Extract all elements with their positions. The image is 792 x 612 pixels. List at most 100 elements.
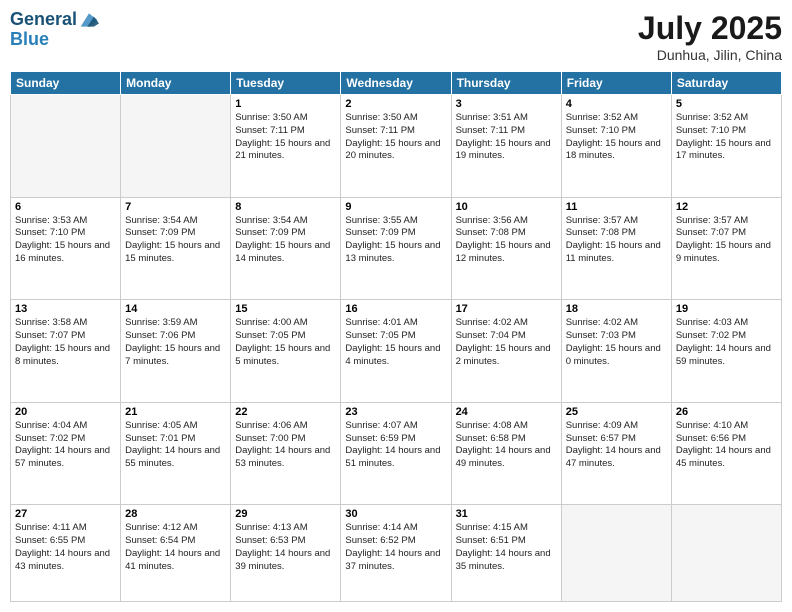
day-number: 25: [566, 406, 667, 418]
day-number: 5: [676, 98, 777, 110]
day-number: 21: [125, 406, 226, 418]
calendar-cell: 16Sunrise: 4:01 AMSunset: 7:05 PMDayligh…: [341, 300, 451, 403]
day-number: 17: [456, 303, 557, 315]
day-number: 12: [676, 201, 777, 213]
calendar-cell: 18Sunrise: 4:02 AMSunset: 7:03 PMDayligh…: [561, 300, 671, 403]
day-info: Sunrise: 4:08 AMSunset: 6:58 PMDaylight:…: [456, 420, 557, 471]
calendar-cell: 14 Sunrise: 3:59 AMSunset: 7:06 PMDayligh…: [121, 300, 231, 403]
day-info: Sunrise: 4:04 AMSunset: 7:02 PMDaylight:…: [15, 420, 116, 471]
logo-icon: [79, 10, 99, 30]
subtitle: Dunhua, Jilin, China: [638, 47, 782, 63]
day-info: Sunrise: 4:15 AMSunset: 6:51 PMDaylight:…: [456, 522, 557, 573]
day-number: 11: [566, 201, 667, 213]
main-title: July 2025: [638, 10, 782, 47]
day-number: 22: [235, 406, 336, 418]
calendar-table: Sunday Monday Tuesday Wednesday Thursday…: [10, 71, 782, 602]
day-info: Sunrise: 4:02 AMSunset: 7:03 PMDaylight:…: [566, 317, 667, 368]
day-number: 19: [676, 303, 777, 315]
header-saturday: Saturday: [671, 72, 781, 95]
day-info: Sunrise: 4:10 AMSunset: 6:56 PMDaylight:…: [676, 420, 777, 471]
day-info: Sunrise: 4:11 AMSunset: 6:55 PMDaylight:…: [15, 522, 116, 573]
day-info: Sunrise: 3:54 AMSunset: 7:09 PMDaylight:…: [235, 215, 336, 266]
calendar-cell: 20 Sunrise: 4:04 AMSunset: 7:02 PMDayligh…: [11, 402, 121, 505]
logo-general: General: [10, 10, 77, 30]
day-info: Sunrise: 3:52 AMSunset: 7:10 PMDaylight:…: [566, 112, 667, 163]
calendar-cell: 29Sunrise: 4:13 AMSunset: 6:53 PMDayligh…: [231, 505, 341, 602]
day-number: 4: [566, 98, 667, 110]
day-info: Sunrise: 4:07 AMSunset: 6:59 PMDaylight:…: [345, 420, 446, 471]
day-number: 3: [456, 98, 557, 110]
day-info: Sunrise: 3:50 AMSunset: 7:11 PMDaylight:…: [345, 112, 446, 163]
calendar-cell: 3 Sunrise: 3:51 AMSunset: 7:11 PMDaylight…: [451, 95, 561, 198]
day-number: 30: [345, 508, 446, 520]
calendar-cell: 9Sunrise: 3:55 AMSunset: 7:09 PMDaylight…: [341, 197, 451, 300]
calendar-cell: 8 Sunrise: 3:54 AMSunset: 7:09 PMDaylight…: [231, 197, 341, 300]
calendar-cell: 23 Sunrise: 4:07 AMSunset: 6:59 PMDayligh…: [341, 402, 451, 505]
day-info: Sunrise: 4:13 AMSunset: 6:53 PMDaylight:…: [235, 522, 336, 573]
day-info: Sunrise: 4:06 AMSunset: 7:00 PMDaylight:…: [235, 420, 336, 471]
day-info: Sunrise: 3:59 AMSunset: 7:06 PMDaylight:…: [125, 317, 226, 368]
day-number: 31: [456, 508, 557, 520]
calendar-cell: 2 Sunrise: 3:50 AMSunset: 7:11 PMDaylight…: [341, 95, 451, 198]
calendar-cell: [11, 95, 121, 198]
calendar-cell: 1 Sunrise: 3:50 AMSunset: 7:11 PMDaylight…: [231, 95, 341, 198]
calendar-cell: 22 Sunrise: 4:06 AMSunset: 7:00 PMDayligh…: [231, 402, 341, 505]
calendar-cell: 25 Sunrise: 4:09 AMSunset: 6:57 PMDayligh…: [561, 402, 671, 505]
header-friday: Friday: [561, 72, 671, 95]
day-number: 2: [345, 98, 446, 110]
calendar-cell: 4 Sunrise: 3:52 AMSunset: 7:10 PMDaylight…: [561, 95, 671, 198]
day-number: 14: [125, 303, 226, 315]
header-monday: Monday: [121, 72, 231, 95]
calendar-cell: 15 Sunrise: 4:00 AMSunset: 7:05 PMDayligh…: [231, 300, 341, 403]
day-number: 16: [345, 303, 446, 315]
day-info: Sunrise: 4:05 AMSunset: 7:01 PMDaylight:…: [125, 420, 226, 471]
day-info: Sunrise: 4:03 AMSunset: 7:02 PMDaylight:…: [676, 317, 777, 368]
day-number: 7: [125, 201, 226, 213]
day-info: Sunrise: 4:12 AMSunset: 6:54 PMDaylight:…: [125, 522, 226, 573]
day-info: Sunrise: 3:53 AMSunset: 7:10 PMDaylight:…: [15, 215, 116, 266]
day-info: Sunrise: 4:00 AMSunset: 7:05 PMDaylight:…: [235, 317, 336, 368]
day-number: 23: [345, 406, 446, 418]
calendar-cell: [561, 505, 671, 602]
day-info: Sunrise: 3:58 AMSunset: 7:07 PMDaylight:…: [15, 317, 116, 368]
header-wednesday: Wednesday: [341, 72, 451, 95]
calendar-cell: 13 Sunrise: 3:58 AMSunset: 7:07 PMDayligh…: [11, 300, 121, 403]
day-number: 28: [125, 508, 226, 520]
day-number: 20: [15, 406, 116, 418]
day-number: 10: [456, 201, 557, 213]
calendar-cell: 21 Sunrise: 4:05 AMSunset: 7:01 PMDayligh…: [121, 402, 231, 505]
calendar-cell: 24 Sunrise: 4:08 AMSunset: 6:58 PMDayligh…: [451, 402, 561, 505]
day-number: 8: [235, 201, 336, 213]
calendar-cell: 12Sunrise: 3:57 AMSunset: 7:07 PMDayligh…: [671, 197, 781, 300]
calendar-cell: 30Sunrise: 4:14 AMSunset: 6:52 PMDayligh…: [341, 505, 451, 602]
calendar-cell: 7 Sunrise: 3:54 AMSunset: 7:09 PMDaylight…: [121, 197, 231, 300]
day-info: Sunrise: 3:51 AMSunset: 7:11 PMDaylight:…: [456, 112, 557, 163]
calendar-cell: 28 Sunrise: 4:12 AMSunset: 6:54 PMDayligh…: [121, 505, 231, 602]
logo-blue: Blue: [10, 30, 99, 50]
calendar-cell: [121, 95, 231, 198]
day-number: 24: [456, 406, 557, 418]
day-info: Sunrise: 4:02 AMSunset: 7:04 PMDaylight:…: [456, 317, 557, 368]
day-info: Sunrise: 3:54 AMSunset: 7:09 PMDaylight:…: [125, 215, 226, 266]
calendar-cell: 27 Sunrise: 4:11 AMSunset: 6:55 PMDayligh…: [11, 505, 121, 602]
day-number: 27: [15, 508, 116, 520]
day-info: Sunrise: 3:56 AMSunset: 7:08 PMDaylight:…: [456, 215, 557, 266]
calendar-cell: 11Sunrise: 3:57 AMSunset: 7:08 PMDayligh…: [561, 197, 671, 300]
day-info: Sunrise: 3:50 AMSunset: 7:11 PMDaylight:…: [235, 112, 336, 163]
logo: General Blue: [10, 10, 99, 50]
day-info: Sunrise: 3:52 AMSunset: 7:10 PMDaylight:…: [676, 112, 777, 163]
header-thursday: Thursday: [451, 72, 561, 95]
day-number: 1: [235, 98, 336, 110]
day-number: 26: [676, 406, 777, 418]
day-info: Sunrise: 3:55 AMSunset: 7:09 PMDaylight:…: [345, 215, 446, 266]
header-tuesday: Tuesday: [231, 72, 341, 95]
calendar-cell: 10 Sunrise: 3:56 AMSunset: 7:08 PMDayligh…: [451, 197, 561, 300]
day-info: Sunrise: 4:09 AMSunset: 6:57 PMDaylight:…: [566, 420, 667, 471]
day-number: 13: [15, 303, 116, 315]
calendar-cell: 17 Sunrise: 4:02 AMSunset: 7:04 PMDayligh…: [451, 300, 561, 403]
calendar-cell: 31 Sunrise: 4:15 AMSunset: 6:51 PMDayligh…: [451, 505, 561, 602]
page: General Blue July 2025 Dunhua, Jilin, Ch…: [0, 0, 792, 612]
day-number: 15: [235, 303, 336, 315]
header-sunday: Sunday: [11, 72, 121, 95]
day-number: 6: [15, 201, 116, 213]
